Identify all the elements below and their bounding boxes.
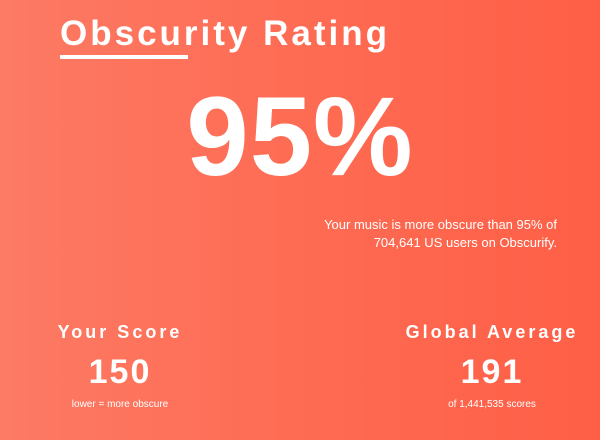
title-underline — [60, 55, 188, 59]
global-average-note: of 1,441,535 scores — [448, 399, 536, 410]
description-line-2: 704,641 US users on Obscurify. — [373, 235, 557, 250]
your-score-note: lower = more obscure — [71, 399, 169, 410]
your-score-value: 150 — [88, 353, 152, 391]
your-score-label: Your Score — [57, 322, 183, 342]
global-average-value: 191 — [460, 353, 524, 391]
global-average-label: Global Average — [405, 322, 579, 342]
global-average-stat: Global Average 191 of 1,441,535 scores — [382, 320, 600, 412]
obscurity-description: Your music is more obscure than 95% of 7… — [257, 216, 557, 252]
description-line-1: Your music is more obscure than 95% of — [324, 217, 557, 232]
your-score-stat: Your Score 150 lower = more obscure — [10, 320, 230, 412]
obscurity-percent: 95% — [186, 74, 414, 199]
obscurity-rating-card: Obscurity Rating 95% Your music is more … — [0, 0, 600, 440]
page-title: Obscurity Rating — [60, 14, 390, 53]
